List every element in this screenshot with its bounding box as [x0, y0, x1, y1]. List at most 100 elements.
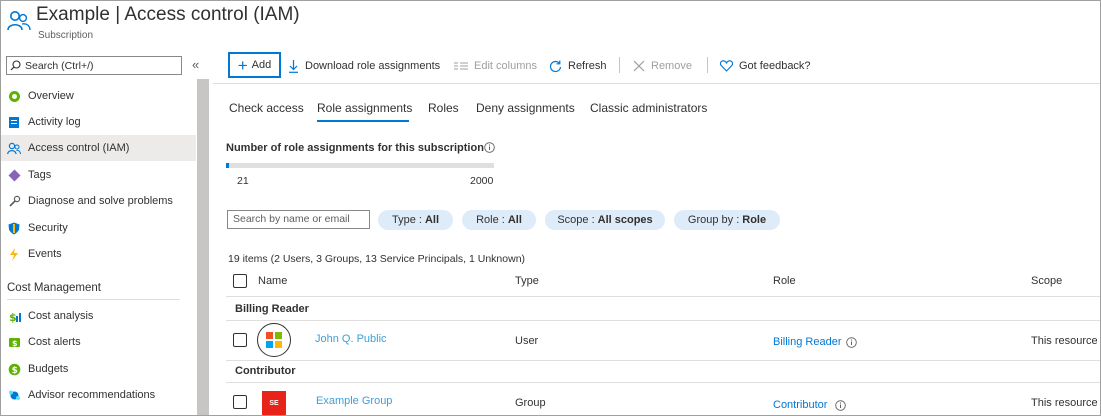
group-header-contributor: Contributor [235, 365, 296, 377]
role-filter-value: All [507, 214, 522, 226]
table-header-divider [226, 296, 1100, 297]
groupby-filter-pill[interactable]: Group by : Role [674, 210, 780, 230]
role-assignment-count-label: Number of role assignments for this subs… [226, 142, 484, 154]
row-divider [226, 360, 1100, 361]
row-type: Group [515, 397, 546, 409]
sidebar-item-events[interactable]: Events [1, 241, 196, 267]
row-divider [226, 382, 1100, 383]
sidebar-item-diagnose[interactable]: Diagnose and solve problems [1, 188, 196, 214]
select-all-checkbox[interactable] [233, 274, 247, 288]
type-filter-pill[interactable]: Type : All [378, 210, 453, 230]
tab-role-assignments[interactable]: Role assignments [317, 101, 412, 115]
sidebar-item-security[interactable]: Security [1, 215, 196, 241]
column-header-role[interactable]: Role [773, 275, 796, 287]
sidebar-search-input[interactable]: Search (Ctrl+/) [6, 56, 182, 75]
lightning-icon [7, 247, 21, 261]
tab-classic-administrators[interactable]: Classic administrators [590, 101, 707, 115]
progress-current-value: 21 [237, 175, 249, 187]
scope-filter-value: All scopes [597, 214, 653, 226]
sidebar-item-label: Cost analysis [28, 310, 94, 322]
toolbar-divider [707, 57, 708, 73]
items-summary: 19 items (2 Users, 3 Groups, 13 Service … [228, 253, 526, 265]
add-button[interactable]: + Add [228, 52, 281, 78]
tag-icon [7, 168, 21, 182]
search-icon [10, 60, 21, 71]
download-label: Download role assignments [305, 60, 441, 72]
sidebar-item-budgets[interactable]: $ Budgets [1, 356, 196, 382]
app-window: Example | Access control (IAM) Subscript… [0, 0, 1101, 416]
section-header-cost-management: Cost Management [7, 282, 101, 294]
row-name-link[interactable]: Example Group [316, 395, 392, 407]
role-assignment-progress-bar [226, 163, 494, 168]
row-type: User [515, 335, 539, 347]
tab-check-access[interactable]: Check access [229, 101, 304, 115]
info-icon[interactable] [835, 400, 846, 411]
add-button-label: Add [251, 59, 272, 71]
column-header-scope[interactable]: Scope [1031, 275, 1062, 287]
remove-button[interactable]: Remove [633, 53, 692, 79]
row-name-link[interactable]: John Q. Public [315, 333, 387, 345]
feedback-button[interactable]: Got feedback? [720, 53, 811, 79]
sidebar-item-activity-log[interactable]: Activity log [1, 109, 196, 135]
info-icon[interactable] [484, 142, 495, 153]
type-filter-label: Type : [391, 214, 422, 226]
type-filter-value: All [424, 214, 440, 226]
progress-bar-fill [226, 163, 229, 168]
collapse-sidebar-icon[interactable]: « [192, 57, 199, 72]
row-divider [226, 320, 1100, 321]
sidebar-item-tags[interactable]: Tags [1, 162, 196, 188]
sidebar-item-cost-alerts[interactable]: $ Cost alerts [1, 329, 196, 355]
sidebar-item-overview[interactable]: Overview [1, 83, 196, 109]
shield-icon [7, 221, 21, 235]
svg-text:$: $ [12, 339, 18, 348]
active-tab-indicator [317, 120, 409, 122]
sidebar-item-label: Diagnose and solve problems [28, 195, 173, 207]
scope-filter-label: Scope : [557, 214, 595, 226]
people-icon [7, 141, 21, 155]
row-role-link[interactable]: Contributor [773, 399, 827, 411]
sidebar-item-cost-analysis[interactable]: $ Cost analysis [1, 303, 196, 329]
advisor-icon [7, 388, 21, 402]
sidebar-item-label: Activity log [28, 116, 81, 128]
download-icon [289, 59, 298, 73]
budgets-icon: $ [7, 362, 21, 376]
plus-icon: + [237, 55, 248, 75]
sidebar-item-label: Budgets [28, 363, 69, 375]
role-filter-pill[interactable]: Role : All [462, 210, 536, 230]
columns-icon [454, 62, 468, 70]
column-header-type[interactable]: Type [515, 275, 539, 287]
sidebar-item-access-control[interactable]: Access control (IAM) [1, 135, 196, 161]
sidebar-item-label: Advisor recommendations [28, 389, 156, 401]
cost-alerts-icon: $ [7, 335, 21, 349]
download-role-assignments-button[interactable]: Download role assignments [288, 53, 440, 79]
avatar: SE [262, 391, 286, 415]
tab-deny-assignments[interactable]: Deny assignments [476, 101, 575, 115]
groupby-filter-label: Group by : [687, 214, 740, 226]
scope-filter-pill[interactable]: Scope : All scopes [545, 210, 665, 230]
avatar [257, 323, 291, 357]
sidebar-item-label: Overview [28, 90, 74, 102]
heart-icon [720, 60, 733, 72]
tab-roles[interactable]: Roles [428, 101, 459, 115]
role-filter-label: Role : [476, 214, 505, 226]
sidebar-item-label: Cost alerts [28, 336, 81, 348]
edit-columns-button[interactable]: Edit columns [454, 53, 537, 79]
row-checkbox[interactable] [233, 395, 247, 409]
search-by-name-input[interactable]: Search by name or email [227, 210, 370, 229]
row-scope: This resource [1031, 397, 1098, 409]
info-icon[interactable] [846, 337, 857, 348]
activity-log-icon [7, 115, 21, 129]
remove-label: Remove [651, 60, 692, 72]
refresh-button[interactable]: Refresh [549, 53, 607, 79]
row-role-link[interactable]: Billing Reader [773, 336, 841, 348]
cost-analysis-icon: $ [7, 309, 21, 323]
column-header-name[interactable]: Name [258, 275, 287, 287]
row-checkbox[interactable] [233, 333, 247, 347]
svg-text:$: $ [11, 366, 17, 376]
sidebar-item-advisor[interactable]: Advisor recommendations [1, 382, 196, 408]
refresh-icon [549, 60, 562, 72]
sidebar-search-placeholder: Search (Ctrl+/) [25, 59, 94, 72]
page-title: Example | Access control (IAM) [36, 4, 300, 25]
sidebar-scrollbar[interactable] [197, 79, 209, 415]
progress-max-value: 2000 [470, 175, 494, 187]
